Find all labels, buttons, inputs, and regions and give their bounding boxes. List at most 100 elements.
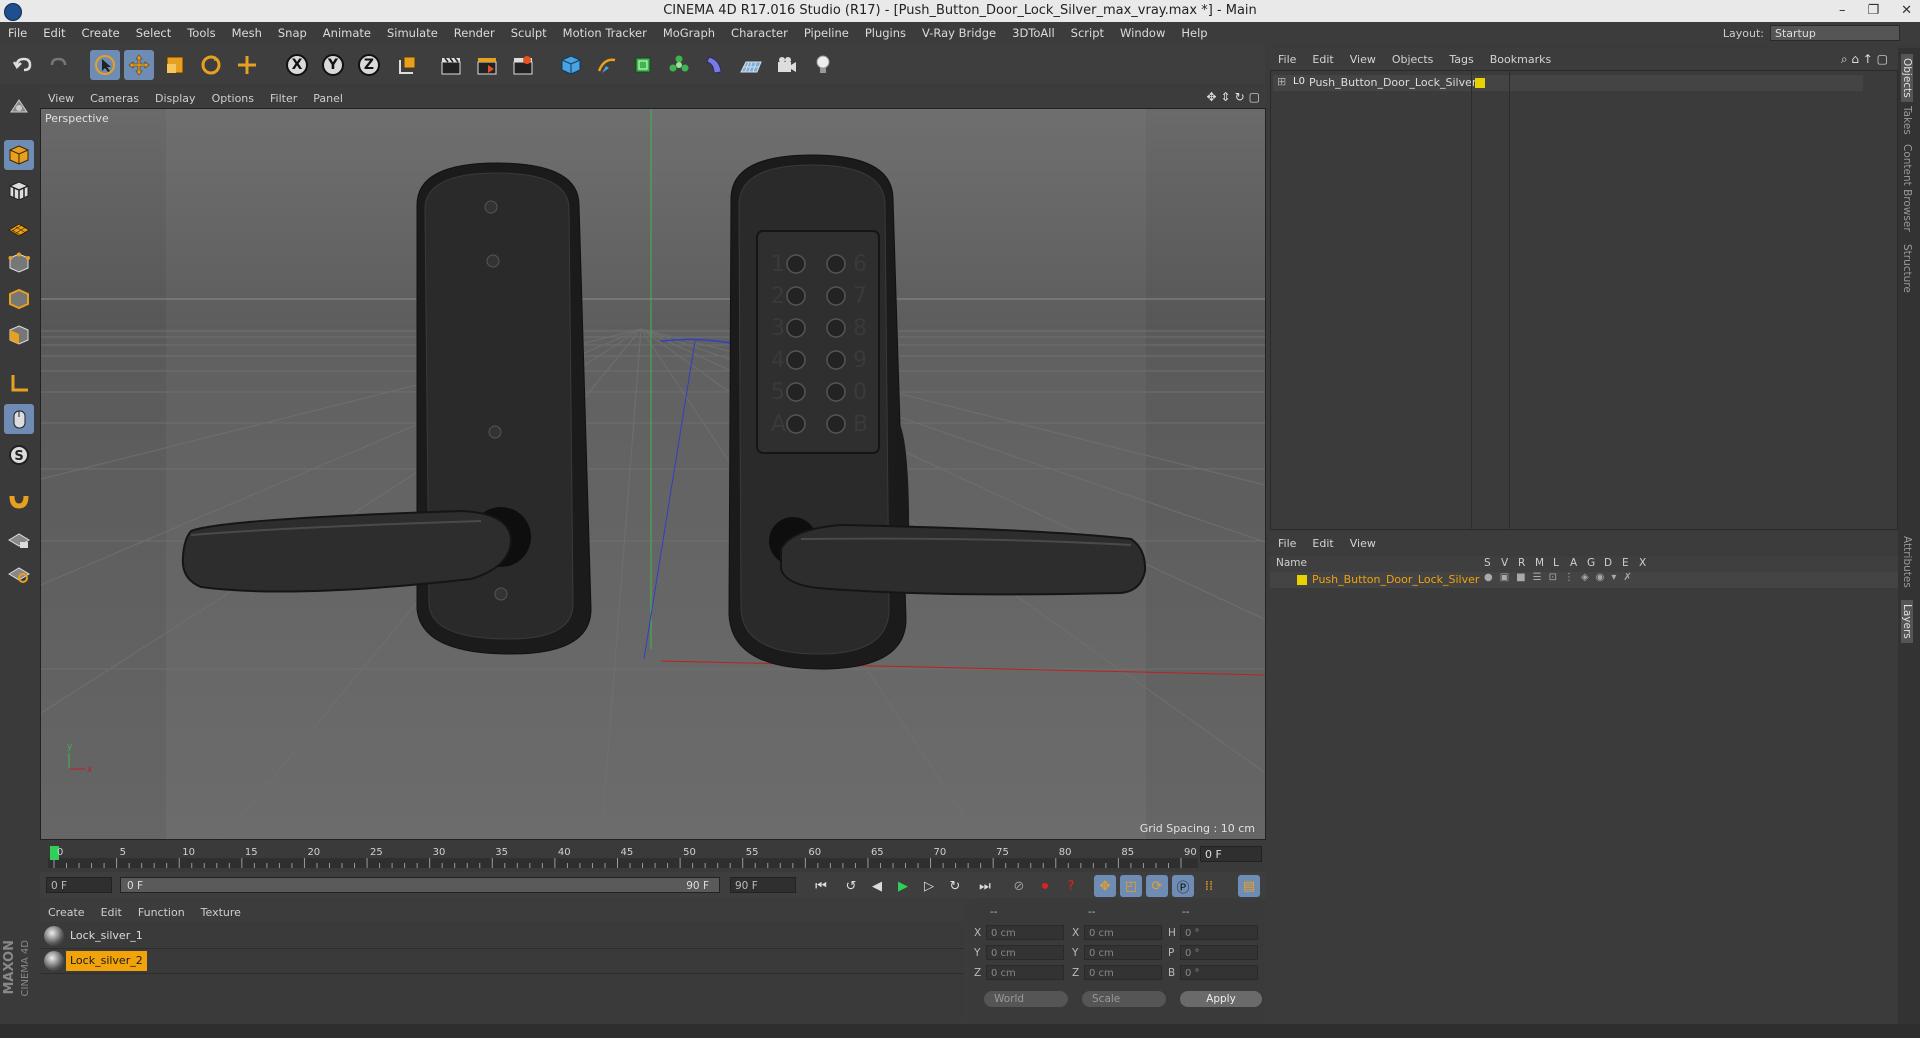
planar-workplane-button[interactable]: [4, 558, 34, 588]
coordinate-space-dropdown[interactable]: World: [984, 991, 1068, 1007]
search-icon[interactable]: ⌕ ⌂ ↑ ▢: [1841, 52, 1888, 67]
timeline-ruler[interactable]: 0 5 10 15 20 25 30 35 40 45 50 55 60 65 70 75 80 85 90: [48, 844, 1198, 870]
keyframe-selection-button[interactable]: ?: [1060, 875, 1082, 897]
add-cube-button[interactable]: [556, 50, 586, 80]
menu-create[interactable]: Create: [74, 26, 128, 40]
rot-p-field[interactable]: 0 °: [1180, 945, 1258, 960]
viewport-menu-cameras[interactable]: Cameras: [82, 92, 147, 105]
y-axis-button[interactable]: Y: [318, 50, 348, 80]
object-menu-edit[interactable]: Edit: [1304, 53, 1341, 66]
menu-file[interactable]: File: [0, 26, 35, 40]
add-subdivision-button[interactable]: [628, 50, 658, 80]
add-camera-button[interactable]: [772, 50, 802, 80]
start-frame-field[interactable]: 0 F: [46, 877, 112, 893]
menu-mesh[interactable]: Mesh: [224, 26, 270, 40]
viewport-menu-filter[interactable]: Filter: [262, 92, 305, 105]
tab-layers[interactable]: Layers: [1901, 600, 1913, 643]
zoom-view-icon[interactable]: ⇕: [1221, 90, 1231, 104]
close-button[interactable]: ✕: [1901, 0, 1912, 22]
frame-range-slider[interactable]: 0 F 90 F: [120, 877, 720, 893]
undo-button[interactable]: [8, 50, 38, 80]
add-floor-button[interactable]: [736, 50, 766, 80]
layer-toggle-icons[interactable]: ●▣■☰⊡⋮◈◉▾✗: [1484, 572, 1639, 583]
menu-help[interactable]: Help: [1173, 26, 1215, 40]
object-menu-bookmarks[interactable]: Bookmarks: [1482, 53, 1559, 66]
live-selection-button[interactable]: [90, 50, 120, 80]
object-menu-file[interactable]: File: [1270, 53, 1304, 66]
edit-render-settings-button[interactable]: [508, 50, 538, 80]
record-keys-button[interactable]: ⊘: [1008, 875, 1030, 897]
menu-3dtoall[interactable]: 3DToAll: [1004, 26, 1063, 40]
tab-objects[interactable]: Objects: [1901, 54, 1913, 102]
menu-pipeline[interactable]: Pipeline: [796, 26, 857, 40]
menu-motion-tracker[interactable]: Motion Tracker: [555, 26, 655, 40]
add-light-button[interactable]: [808, 50, 838, 80]
menu-tools[interactable]: Tools: [179, 26, 223, 40]
tab-attributes[interactable]: Attributes: [1901, 536, 1913, 588]
record-scale-button[interactable]: ◰: [1120, 875, 1142, 897]
object-row[interactable]: ⊞ L0 Push_Button_Door_Lock_Silver: [1273, 75, 1863, 91]
record-parameter-button[interactable]: Ⓟ: [1172, 875, 1194, 897]
rot-h-field[interactable]: 0 °: [1180, 925, 1258, 940]
layer-row[interactable]: Push_Button_Door_Lock_Silver ●▣■☰⊡⋮◈◉▾✗: [1270, 572, 1898, 588]
add-spline-button[interactable]: [592, 50, 622, 80]
magnet-tool-button[interactable]: [4, 484, 34, 514]
menu-simulate[interactable]: Simulate: [379, 26, 446, 40]
end-frame-field[interactable]: 90 F: [730, 877, 796, 893]
make-editable-button[interactable]: [4, 92, 34, 122]
material-item[interactable]: Lock_silver_1: [40, 924, 964, 949]
layout-dropdown[interactable]: Startup: [1770, 25, 1900, 41]
next-frame-button[interactable]: ▷: [918, 875, 940, 897]
object-menu-view[interactable]: View: [1342, 53, 1384, 66]
viewport-camera-label[interactable]: Perspective: [45, 112, 109, 125]
viewport-menu-display[interactable]: Display: [147, 92, 204, 105]
apply-button[interactable]: Apply: [1180, 991, 1262, 1007]
render-view-button[interactable]: [436, 50, 466, 80]
axis-mode-button[interactable]: [4, 368, 34, 398]
rot-b-field[interactable]: 0 °: [1180, 965, 1258, 980]
previous-frame-button[interactable]: ◀: [866, 875, 888, 897]
viewport-menu-panel[interactable]: Panel: [305, 92, 351, 105]
material-menu-create[interactable]: Create: [40, 906, 93, 919]
material-item-selected[interactable]: Lock_silver_2: [40, 949, 964, 974]
pan-view-icon[interactable]: ✥: [1206, 90, 1216, 104]
minimize-button[interactable]: –: [1839, 0, 1846, 22]
size-y-field[interactable]: 0 cm: [1084, 945, 1162, 960]
tab-content-browser[interactable]: Content Browser: [1901, 144, 1913, 232]
texture-mode-button[interactable]: [4, 176, 34, 206]
size-x-field[interactable]: 0 cm: [1084, 925, 1162, 940]
material-menu-function[interactable]: Function: [130, 906, 193, 919]
menu-edit[interactable]: Edit: [35, 26, 73, 40]
pos-z-field[interactable]: 0 cm: [986, 965, 1064, 980]
go-to-start-button[interactable]: ⏮: [810, 875, 832, 897]
viewport-menu-view[interactable]: View: [40, 92, 82, 105]
rotate-view-icon[interactable]: ↻: [1235, 90, 1245, 104]
snap-button[interactable]: S: [4, 440, 34, 470]
perspective-viewport[interactable]: 1 6 2 7 3 8 4 9 5 0 A B y x Perspective Grid Spacin…: [40, 108, 1266, 840]
size-mode-dropdown[interactable]: Scale: [1082, 991, 1166, 1007]
rotate-tool-button[interactable]: [196, 50, 226, 80]
points-mode-button[interactable]: [4, 248, 34, 278]
scale-tool-button[interactable]: [160, 50, 190, 80]
size-z-field[interactable]: 0 cm: [1084, 965, 1162, 980]
record-position-button[interactable]: ✥: [1094, 875, 1116, 897]
workplane-lock-button[interactable]: [4, 524, 34, 554]
restore-button[interactable]: ❐: [1867, 0, 1879, 22]
redo-button[interactable]: [44, 50, 74, 80]
record-point-level-button[interactable]: ⁞⁞: [1198, 875, 1220, 897]
previous-key-button[interactable]: ↺: [840, 875, 862, 897]
tab-takes[interactable]: Takes: [1901, 106, 1913, 135]
render-picture-viewer-button[interactable]: [472, 50, 502, 80]
material-menu-edit[interactable]: Edit: [93, 906, 130, 919]
object-menu-tags[interactable]: Tags: [1441, 53, 1481, 66]
current-frame-field[interactable]: 0 F: [1200, 846, 1262, 862]
menu-select[interactable]: Select: [128, 26, 179, 40]
next-key-button[interactable]: ↻: [944, 875, 966, 897]
polygons-mode-button[interactable]: [4, 320, 34, 350]
pos-y-field[interactable]: 0 cm: [986, 945, 1064, 960]
play-button[interactable]: ▶: [892, 875, 914, 897]
menu-animate[interactable]: Animate: [315, 26, 379, 40]
layer-color-swatch[interactable]: [1297, 575, 1307, 585]
menu-render[interactable]: Render: [446, 26, 503, 40]
material-menu-texture[interactable]: Texture: [193, 906, 249, 919]
